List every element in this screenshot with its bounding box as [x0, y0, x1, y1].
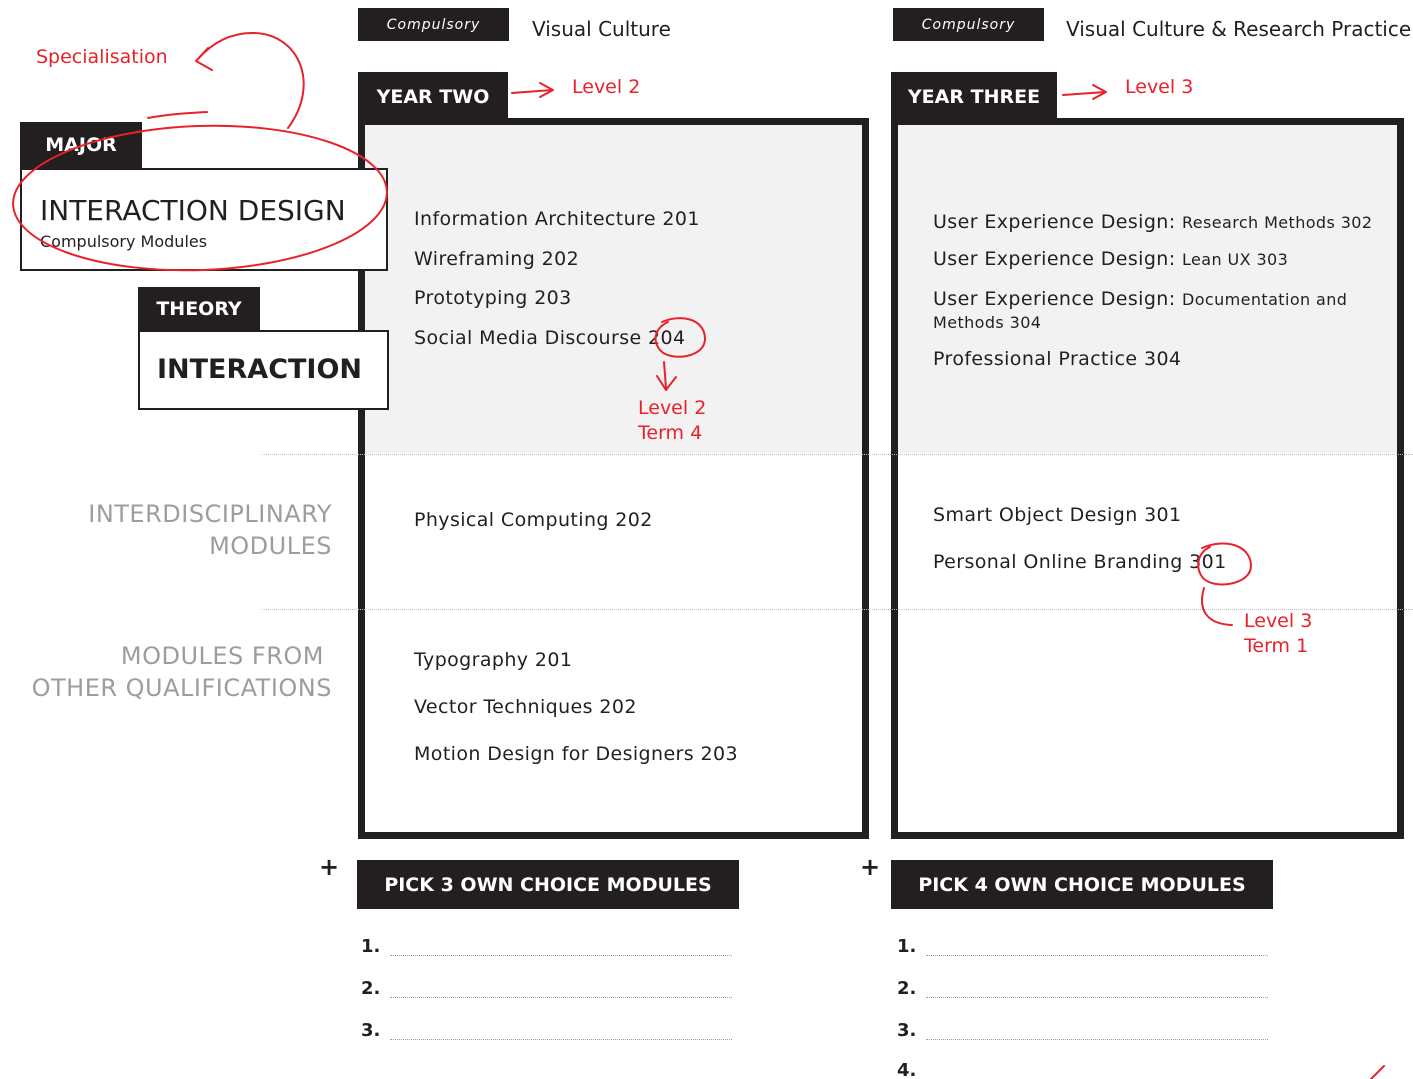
- major-box: INTERACTION DESIGN Compulsory Modules: [20, 168, 388, 271]
- annotation-y3-note-line1: Level 3: [1244, 610, 1313, 632]
- row-divider-interdisciplinary: [262, 609, 1413, 610]
- y2-other-module: Motion Design for Designers 203: [414, 743, 738, 765]
- year3-pick-number: 2.: [897, 978, 917, 999]
- interdisciplinary-label: INTERDISCIPLINARY MODULES: [0, 498, 332, 562]
- y2-major-module: Wireframing 202: [414, 248, 580, 270]
- year2-pick-number: 3.: [361, 1020, 381, 1041]
- y3-module-main: User Experience Design:: [933, 248, 1176, 270]
- y3-module-main: User Experience Design:: [933, 288, 1176, 310]
- year2-pick-tag: PICK 3 OWN CHOICE MODULES: [357, 860, 739, 909]
- year3-pick-tag: PICK 4 OWN CHOICE MODULES: [891, 860, 1273, 909]
- year2-pick-number: 2.: [361, 978, 381, 999]
- theory-title: INTERACTION: [157, 354, 363, 385]
- y2-other-module: Vector Techniques 202: [414, 696, 637, 718]
- annotation-major-tick: [147, 111, 208, 119]
- y3-major-module: User Experience Design: Documentation an…: [933, 288, 1347, 334]
- arrowhead-icon: [1092, 84, 1107, 100]
- year2-pick-number: 1.: [361, 936, 381, 957]
- y3-module-sub: Lean UX 303: [1182, 250, 1289, 269]
- year3-compulsory-text: Visual Culture & Research Practice: [1066, 17, 1412, 41]
- annotation-tick: [1370, 1065, 1385, 1079]
- annotation-specialisation: Specialisation: [36, 46, 168, 68]
- row-divider-major: [262, 454, 1413, 455]
- year2-pick-line[interactable]: [390, 997, 732, 998]
- y2-interdisciplinary-module: Physical Computing 202: [414, 509, 653, 531]
- plus-icon: +: [860, 853, 881, 881]
- y3-major-module: Professional Practice 304: [933, 348, 1182, 370]
- y3-major-module: User Experience Design: Lean UX 303: [933, 248, 1288, 270]
- year3-pick-number: 4.: [897, 1060, 917, 1079]
- annotation-level2-arrow: [511, 89, 553, 94]
- year2-tag: YEAR TWO: [358, 72, 508, 122]
- plus-icon: +: [319, 853, 340, 881]
- major-subtitle: Compulsory Modules: [40, 232, 208, 251]
- annotation-y2-note-line2: Term 4: [638, 422, 703, 444]
- other-label-line1: MODULES FROM: [120, 642, 324, 670]
- y2-other-module: Typography 201: [414, 649, 573, 671]
- y3-module-sub-continued: Methods 304: [933, 313, 1042, 332]
- annotation-y3-note: Level 3 Term 1: [1244, 609, 1312, 659]
- year2-pick-line[interactable]: [390, 955, 732, 956]
- y3-module-sub: Research Methods 302: [1182, 213, 1373, 232]
- y2-major-module: Prototyping 203: [414, 287, 572, 309]
- major-title: INTERACTION DESIGN: [40, 194, 346, 227]
- year3-pick-line[interactable]: [926, 1039, 1268, 1040]
- theory-tag: THEORY: [138, 287, 260, 330]
- arrowhead-icon: [195, 47, 213, 71]
- year2-compulsory-tag: Compulsory: [358, 8, 509, 41]
- year3-pick-line[interactable]: [926, 997, 1268, 998]
- year3-tag: YEAR THREE: [891, 72, 1057, 122]
- y3-major-module: User Experience Design: Research Methods…: [933, 211, 1372, 233]
- annotation-specialisation-arrow: [196, 31, 305, 129]
- annotation-level3-arrow: [1062, 91, 1106, 96]
- theory-box: INTERACTION: [138, 330, 389, 410]
- annotation-y3-note-line2: Term 1: [1244, 635, 1309, 657]
- y3-module-main: User Experience Design:: [933, 211, 1176, 233]
- interdisciplinary-label-line2: MODULES: [209, 532, 332, 560]
- interdisciplinary-label-line1: INTERDISCIPLINARY: [88, 500, 332, 528]
- year3-compulsory-tag: Compulsory: [893, 8, 1044, 41]
- annotation-y2-note: Level 2 Term 4: [638, 396, 706, 446]
- annotation-y2-note-line1: Level 2: [638, 397, 707, 419]
- other-label-line2: OTHER QUALIFICATIONS: [31, 674, 332, 702]
- y2-major-module: Information Architecture 201: [414, 208, 700, 230]
- year2-pick-line[interactable]: [390, 1039, 732, 1040]
- y3-module-sub: Documentation and: [1182, 290, 1348, 309]
- year3-pick-number: 3.: [897, 1020, 917, 1041]
- y3-interdisciplinary-module: Smart Object Design 301: [933, 504, 1182, 526]
- year3-pick-number: 1.: [897, 936, 917, 957]
- year2-compulsory-text: Visual Culture: [532, 17, 671, 41]
- y3-interdisciplinary-module: Personal Online Branding 301: [933, 551, 1227, 573]
- year3-pick-line[interactable]: [926, 955, 1268, 956]
- arrowhead-icon: [539, 82, 554, 98]
- major-tag: MAJOR: [20, 122, 142, 168]
- annotation-level2: Level 2: [572, 76, 641, 98]
- y2-major-module: Social Media Discourse 204: [414, 327, 686, 349]
- other-qualifications-label: MODULES FROM OTHER QUALIFICATIONS: [0, 640, 332, 704]
- annotation-level3: Level 3: [1125, 76, 1194, 98]
